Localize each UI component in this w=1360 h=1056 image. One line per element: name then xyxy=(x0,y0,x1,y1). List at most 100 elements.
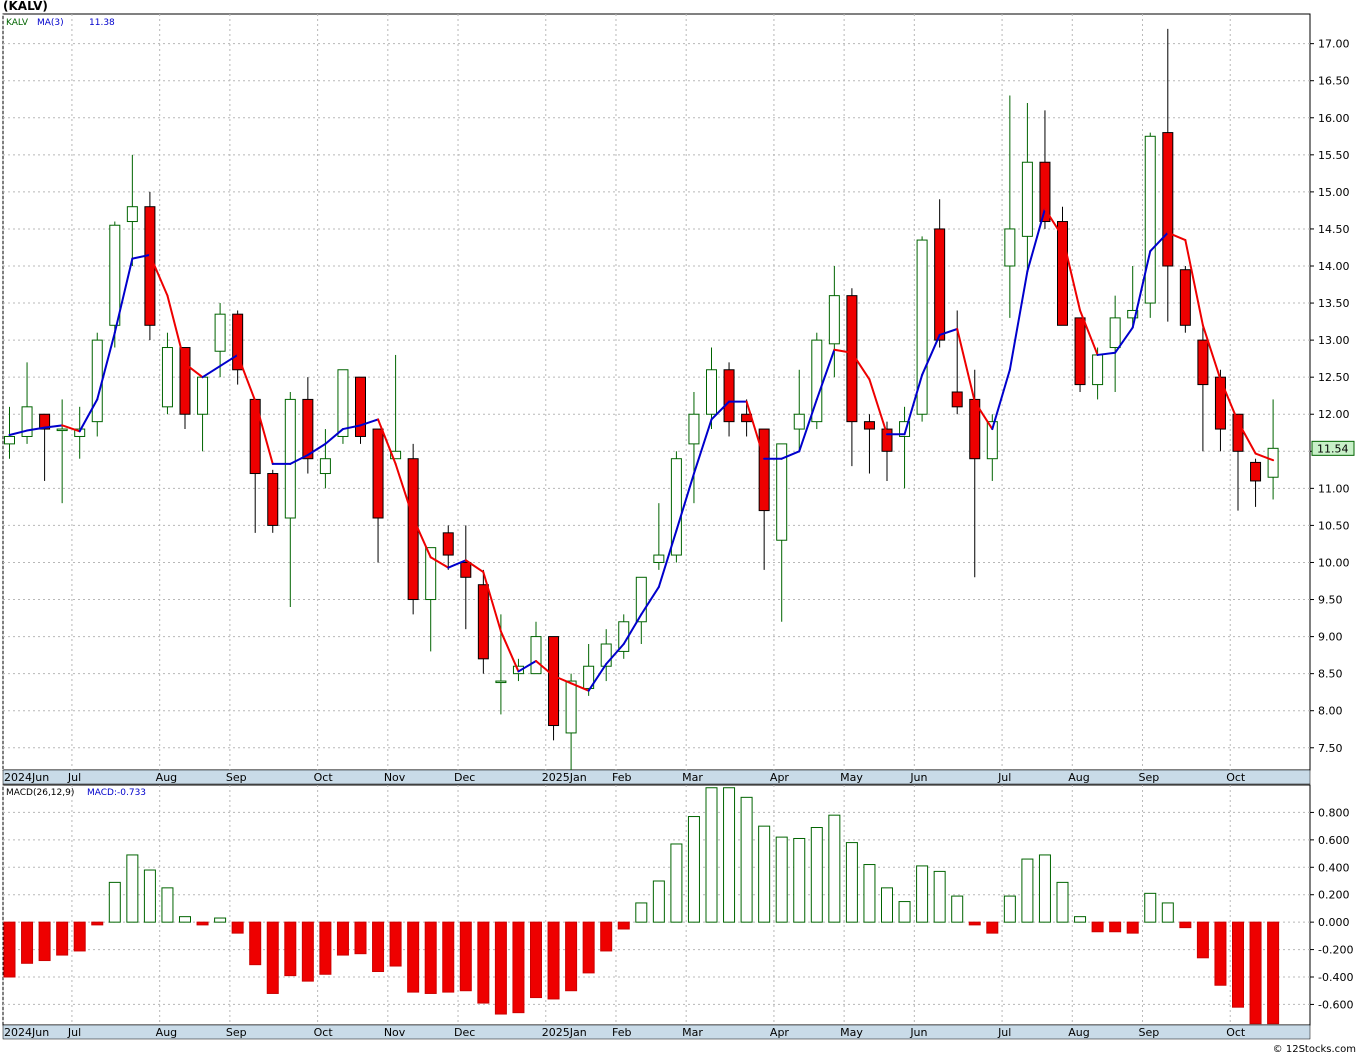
macd-x-tick-label: Apr xyxy=(770,1026,790,1039)
price-x-tick-label: Nov xyxy=(384,771,406,784)
macd-bar xyxy=(1161,902,1174,923)
macd-bar xyxy=(494,921,507,1015)
candle-body xyxy=(1021,161,1033,237)
macd-bar xyxy=(266,921,279,994)
macd-bar xyxy=(530,921,542,999)
candle-body xyxy=(460,561,472,578)
candle-body xyxy=(91,339,103,423)
macd-bar xyxy=(354,921,367,955)
price-y-tick-label: 14.50 xyxy=(1318,223,1350,236)
last-price-tag-label: 11.54 xyxy=(1317,442,1349,455)
macd-x-tick-label: Mar xyxy=(682,1026,703,1039)
candle-body xyxy=(1267,447,1279,478)
watermark: © 12Stocks.com xyxy=(1272,1044,1356,1055)
candle-body xyxy=(267,473,279,526)
macd-y-tick-label: 0.600 xyxy=(1318,834,1350,847)
macd-bar xyxy=(705,787,718,923)
candle-body xyxy=(1144,135,1156,304)
candle-body xyxy=(56,428,68,432)
candle-body xyxy=(372,428,384,519)
macd-legend-value: MACD:-0.733 xyxy=(87,788,146,798)
price-x-tick-label: Jun xyxy=(909,771,927,784)
macd-bar xyxy=(1214,921,1227,986)
macd-x-tick-label: Oct xyxy=(314,1026,334,1039)
macd-bar xyxy=(1003,895,1016,923)
price-legend-symbol: KALV xyxy=(6,18,29,28)
macd-x-tick-label: Aug xyxy=(156,1026,177,1039)
candle-body xyxy=(1074,317,1086,386)
macd-bar xyxy=(793,837,806,923)
stock-chart: 7.508.008.509.009.5010.0010.5011.0011.50… xyxy=(2,13,1355,1040)
macd-bar xyxy=(73,921,86,952)
candle-body xyxy=(1250,461,1262,482)
price-x-tick-label: Dec xyxy=(454,771,475,784)
macd-bar xyxy=(301,921,314,982)
macd-bar xyxy=(1126,921,1139,934)
macd-x-tick-label: 2024Jun xyxy=(4,1026,49,1039)
candle-body xyxy=(495,680,507,684)
price-x-tick-label: Mar xyxy=(682,771,703,784)
price-x-tick-label: Apr xyxy=(770,771,790,784)
macd-x-tick-label: Jul xyxy=(67,1026,81,1039)
price-x-tick-label: May xyxy=(840,771,863,784)
candle-body xyxy=(565,680,577,734)
candle-body xyxy=(319,458,331,475)
candle-body xyxy=(1197,339,1209,386)
macd-bar xyxy=(828,814,841,923)
macd-bar xyxy=(249,921,262,966)
macd-bar xyxy=(1196,921,1209,959)
price-y-tick-label: 8.00 xyxy=(1318,705,1343,718)
macd-y-tick-label: -0.600 xyxy=(1318,998,1353,1011)
macd-bar xyxy=(1144,892,1157,923)
macd-bar xyxy=(161,887,174,923)
macd-x-tick-label: Aug xyxy=(1068,1026,1089,1039)
price-x-tick-label: Aug xyxy=(1068,771,1089,784)
candle-body xyxy=(758,428,770,512)
candle-body xyxy=(477,584,489,660)
candle-body xyxy=(828,295,840,345)
macd-bar xyxy=(424,921,437,994)
macd-x-tick-label: Nov xyxy=(384,1026,406,1039)
macd-bar xyxy=(1056,881,1069,923)
price-y-tick-label: 15.50 xyxy=(1318,149,1350,162)
macd-bar xyxy=(986,921,999,934)
macd-bar xyxy=(863,864,876,923)
macd-y-tick-label: -0.400 xyxy=(1318,971,1353,984)
price-y-tick-label: 12.00 xyxy=(1318,408,1350,421)
macd-y-tick-label: 0.200 xyxy=(1318,889,1350,902)
price-y-tick-label: 16.50 xyxy=(1318,75,1350,88)
macd-bar xyxy=(459,921,472,992)
macd-bar xyxy=(56,921,69,956)
candle-body xyxy=(951,391,963,408)
macd-bar xyxy=(670,843,683,923)
price-legend-ma-label: MA(3) xyxy=(37,18,64,28)
price-y-tick-label: 10.50 xyxy=(1318,519,1350,532)
macd-bar xyxy=(214,917,227,923)
macd-date-axis xyxy=(2,1024,1311,1040)
macd-bar xyxy=(3,921,16,978)
candle-body xyxy=(1162,132,1174,267)
price-y-tick-label: 17.00 xyxy=(1318,38,1350,51)
macd-bar xyxy=(407,921,420,993)
macd-bar xyxy=(91,921,104,926)
candle-body xyxy=(1004,228,1016,267)
price-y-tick-label: 11.00 xyxy=(1318,482,1350,495)
price-y-tick-label: 10.00 xyxy=(1318,556,1350,569)
macd-bar xyxy=(687,816,700,923)
candle-body xyxy=(934,228,946,341)
candle-body xyxy=(214,313,226,352)
macd-bar xyxy=(1249,921,1262,1025)
candle-body xyxy=(442,532,454,556)
macd-y-tick-label: 0.000 xyxy=(1318,916,1350,929)
candle-body xyxy=(1214,376,1226,430)
macd-bar xyxy=(600,921,613,952)
macd-x-tick-label: Sep xyxy=(226,1026,247,1039)
price-y-tick-label: 16.00 xyxy=(1318,112,1350,125)
macd-bar xyxy=(143,869,156,923)
candle-body xyxy=(4,435,15,445)
price-x-tick-label: Sep xyxy=(226,771,247,784)
price-y-tick-label: 13.00 xyxy=(1318,334,1350,347)
macd-bar xyxy=(652,880,665,923)
candle-body xyxy=(706,369,717,415)
price-y-tick-label: 8.50 xyxy=(1318,668,1343,681)
